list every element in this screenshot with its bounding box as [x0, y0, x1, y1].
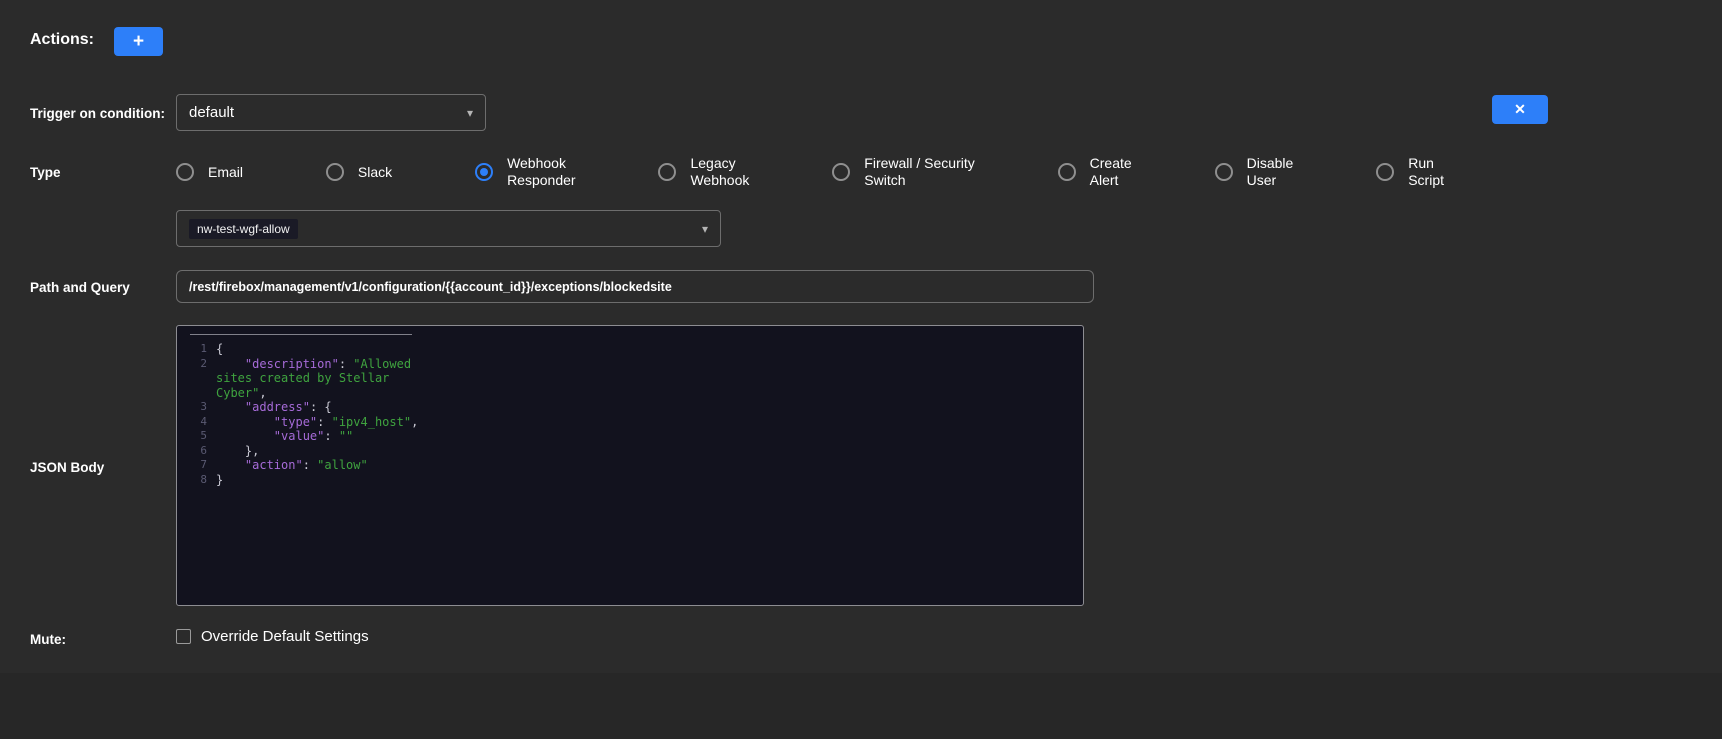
- type-option-webhook-responder[interactable]: Webhook Responder: [475, 150, 576, 194]
- responder-select[interactable]: nw-test-wgf-allow ▾: [176, 210, 721, 247]
- trigger-condition-value: default: [189, 104, 234, 121]
- editor-divider: [190, 334, 412, 335]
- path-query-label: Path and Query: [30, 280, 130, 295]
- type-option-create-alert[interactable]: Create Alert: [1058, 150, 1132, 194]
- json-body-editor[interactable]: 1{2 "description": "Allowed sites create…: [176, 325, 1084, 606]
- bottom-divider-strip: [0, 673, 1722, 739]
- type-label: Type: [30, 165, 61, 180]
- radio-icon: [475, 163, 493, 181]
- remove-action-button[interactable]: ✕: [1492, 95, 1548, 124]
- radio-icon: [832, 163, 850, 181]
- chevron-down-icon: ▾: [702, 222, 708, 236]
- radio-icon: [176, 163, 194, 181]
- responder-chip: nw-test-wgf-allow: [189, 219, 298, 239]
- type-option-disable-user[interactable]: Disable User: [1215, 150, 1294, 194]
- override-default-settings-label: Override Default Settings: [201, 628, 369, 645]
- mute-label: Mute:: [30, 632, 66, 647]
- path-query-input[interactable]: [176, 270, 1094, 303]
- radio-icon: [1376, 163, 1394, 181]
- radio-icon: [1215, 163, 1233, 181]
- trigger-condition-select[interactable]: default ▾: [176, 94, 486, 131]
- radio-icon: [326, 163, 344, 181]
- type-option-firewall-security-switch[interactable]: Firewall / Security Switch: [832, 150, 974, 194]
- actions-header-label: Actions:: [30, 31, 94, 49]
- json-body-code: 1{2 "description": "Allowed sites create…: [177, 326, 1083, 487]
- checkbox-icon: [176, 629, 191, 644]
- type-option-email[interactable]: Email: [176, 150, 243, 194]
- override-default-settings-checkbox[interactable]: Override Default Settings: [176, 628, 369, 645]
- type-option-slack[interactable]: Slack: [326, 150, 392, 194]
- type-radio-group: Email Slack Webhook Responder Legacy Web…: [176, 150, 1444, 194]
- actions-panel: Actions: + Trigger on condition: default…: [0, 0, 1722, 739]
- radio-icon: [658, 163, 676, 181]
- json-body-label: JSON Body: [30, 460, 104, 475]
- type-option-run-script[interactable]: Run Script: [1376, 150, 1444, 194]
- trigger-condition-label: Trigger on condition:: [30, 106, 165, 121]
- add-action-button[interactable]: +: [114, 27, 163, 56]
- radio-icon: [1058, 163, 1076, 181]
- chevron-down-icon: ▾: [467, 106, 473, 120]
- type-option-legacy-webhook[interactable]: Legacy Webhook: [658, 150, 749, 194]
